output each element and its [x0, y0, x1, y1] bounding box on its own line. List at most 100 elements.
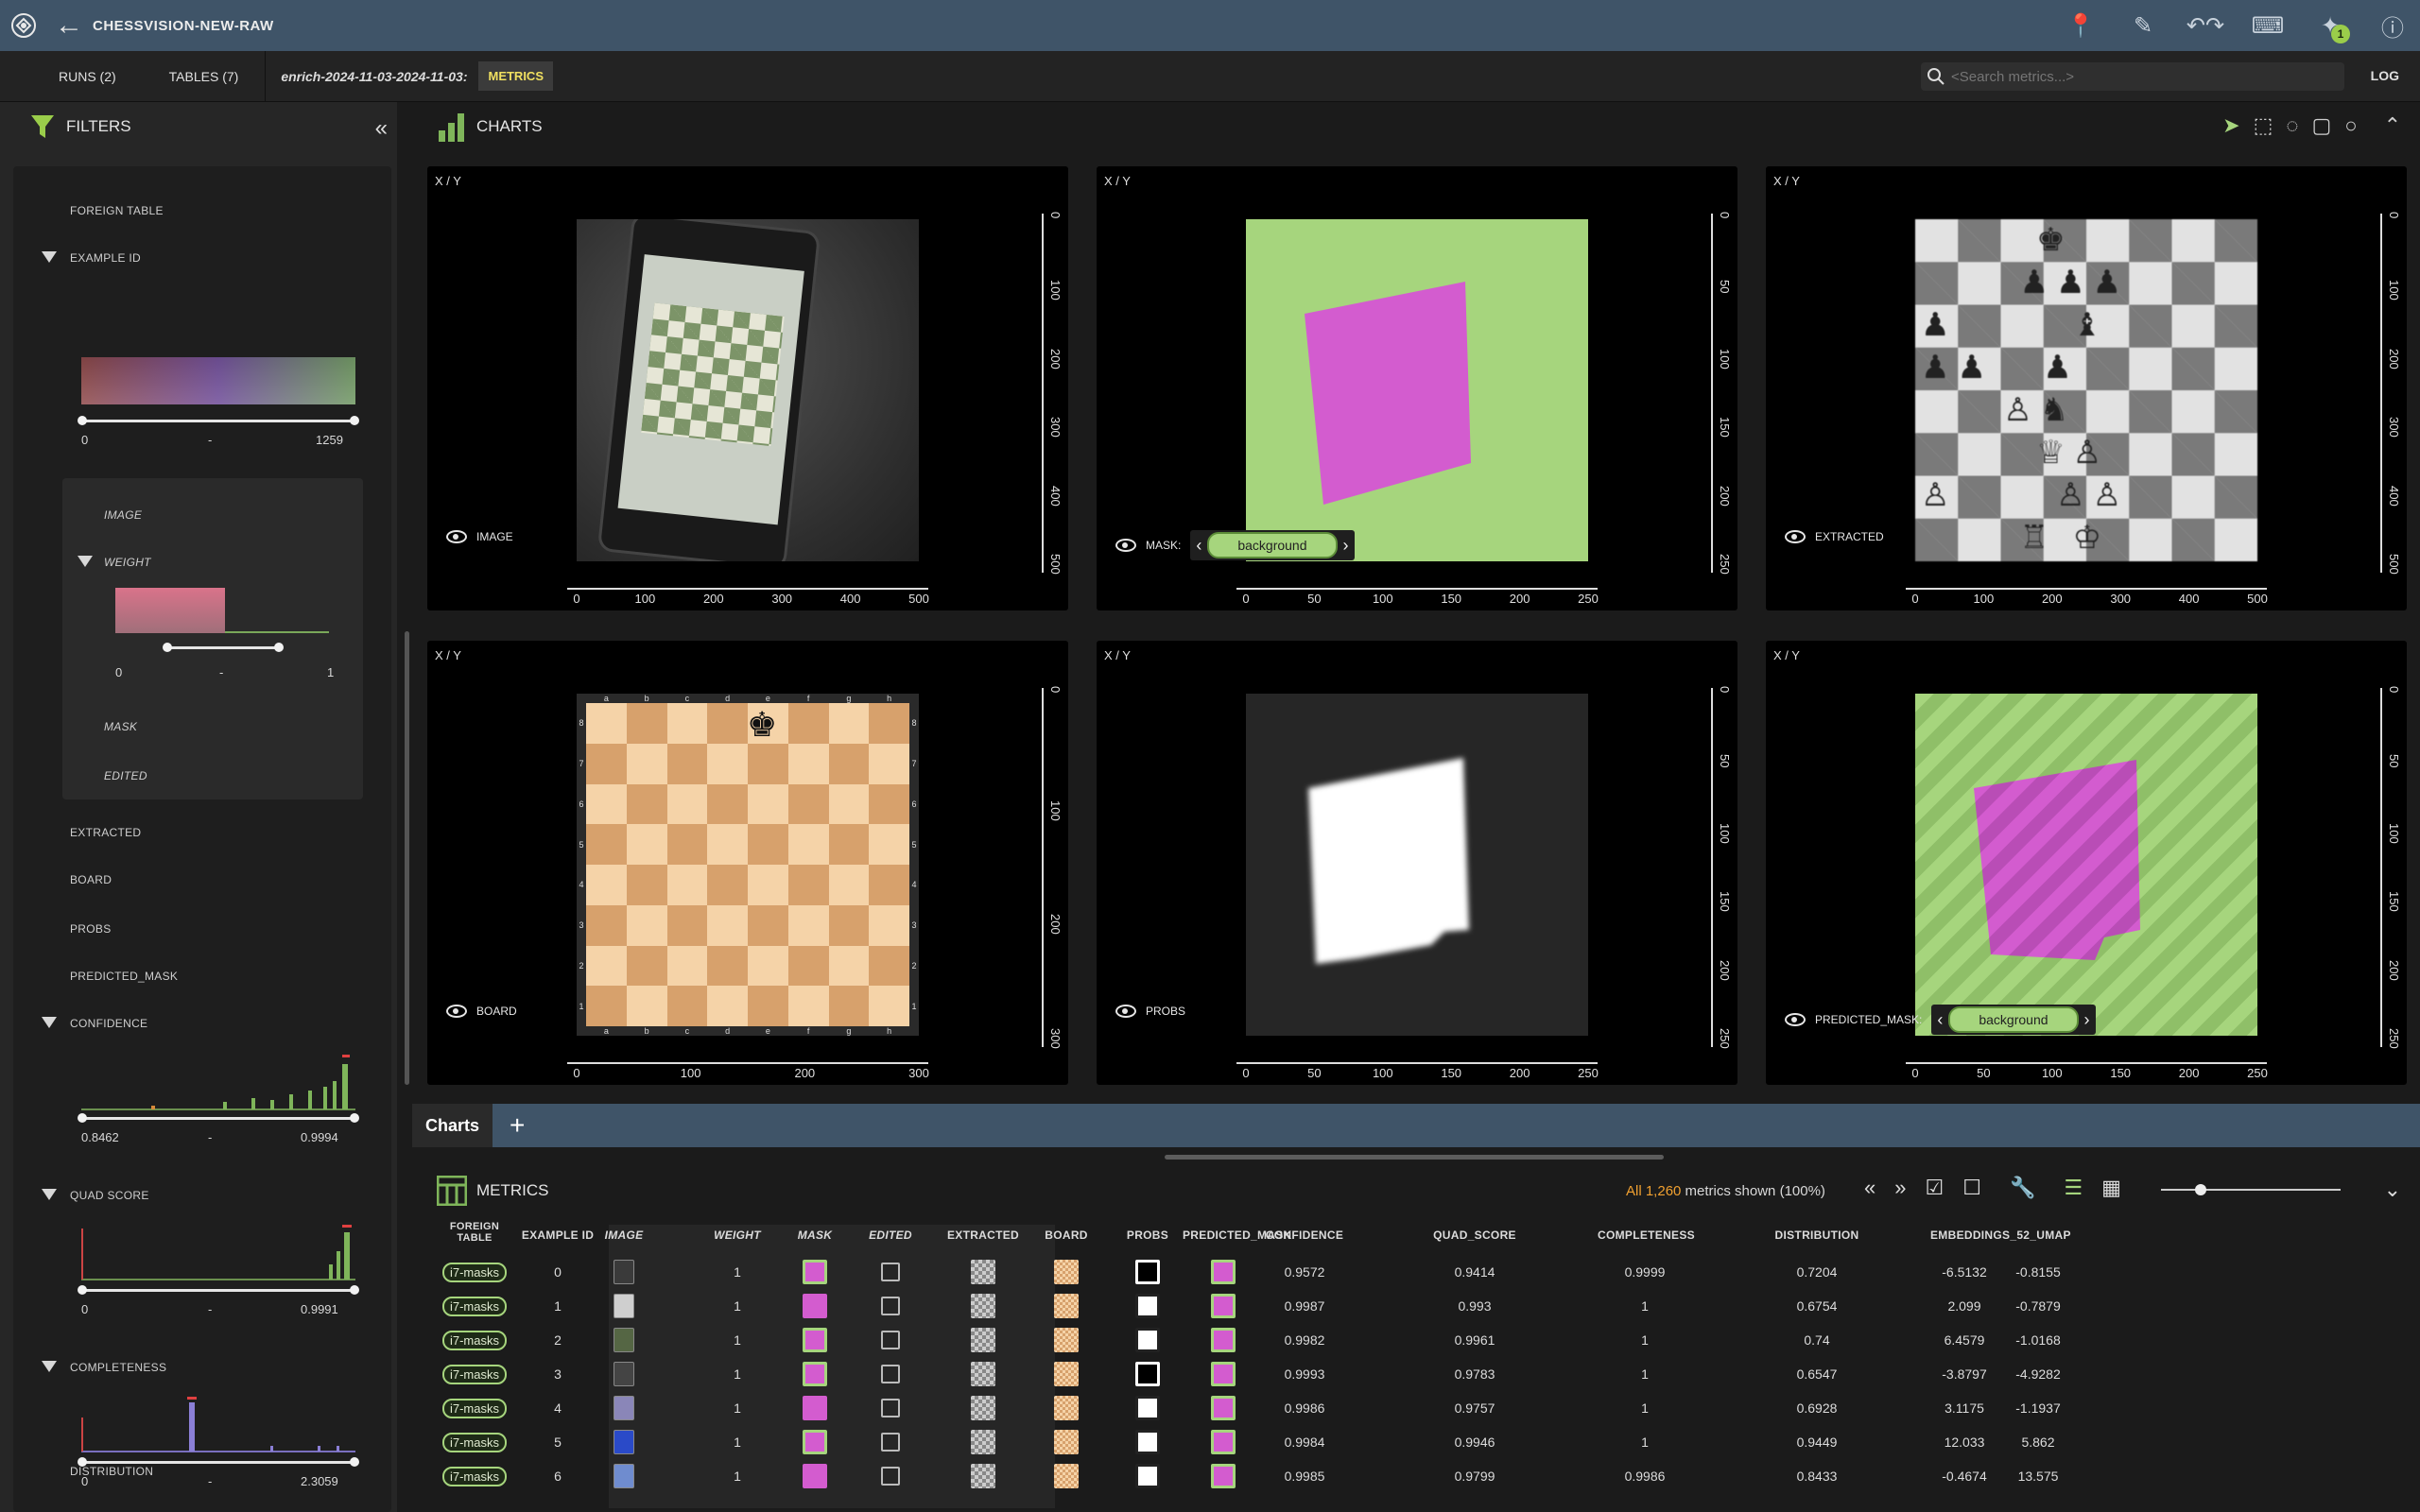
predicted-mask-thumbnail[interactable]: [1204, 1357, 1242, 1391]
foreign-table-chip[interactable]: i7-masks: [432, 1391, 517, 1425]
slider-knob[interactable]: [78, 1113, 87, 1123]
column-header[interactable]: CONFIDENCE: [1257, 1228, 1352, 1242]
notifications-icon[interactable]: ✦ 1: [2312, 8, 2350, 43]
slider-knob[interactable]: [274, 643, 284, 652]
sidebar-scrollbar[interactable]: [405, 631, 409, 1085]
table-row[interactable]: i7-masks 1 1 0.9987 0.993 1 0.6754 2.099 -0.7879: [437, 1289, 2403, 1323]
board-thumbnail[interactable]: [1047, 1425, 1085, 1459]
filter-predicted-mask[interactable]: PREDICTED_MASK: [70, 970, 178, 983]
weight-slider[interactable]: [163, 643, 284, 652]
column-header[interactable]: EXTRACTED: [945, 1228, 1021, 1242]
foreign-table-chip[interactable]: i7-masks: [432, 1255, 517, 1289]
image-thumbnail[interactable]: [605, 1391, 643, 1425]
edited-checkbox[interactable]: [872, 1323, 909, 1357]
slider-knob[interactable]: [78, 416, 87, 425]
filter-distribution[interactable]: DISTRIBUTION: [70, 1465, 153, 1478]
edited-checkbox[interactable]: [872, 1357, 909, 1391]
axis-mode-label[interactable]: X / Y: [435, 648, 461, 662]
board-thumbnail[interactable]: [1047, 1255, 1085, 1289]
horizontal-scrollbar[interactable]: [1165, 1155, 1664, 1160]
foreign-table-chip[interactable]: i7-masks: [432, 1459, 517, 1493]
eye-icon[interactable]: [446, 530, 467, 543]
edited-checkbox[interactable]: [872, 1391, 909, 1425]
next-class-icon[interactable]: ›: [2084, 1010, 2090, 1030]
expand-triangle-icon[interactable]: [42, 1361, 57, 1372]
axis-mode-label[interactable]: X / Y: [1773, 648, 1800, 662]
eye-icon[interactable]: [446, 1005, 467, 1018]
chart-panel-extracted[interactable]: X / Y ♚ ♟♟♟ ♟ ♝ ♟♟ ♟ ♙♞ ♕♙ ♙ ♙♙ ♖ ♔ EXTRACT…: [1766, 166, 2407, 610]
filter-confidence[interactable]: CONFIDENCE: [70, 1017, 147, 1030]
confidence-slider[interactable]: [78, 1113, 359, 1123]
image-thumbnail[interactable]: [605, 1357, 643, 1391]
predicted-mask-thumbnail[interactable]: [1204, 1391, 1242, 1425]
example-id-slider[interactable]: [78, 416, 359, 425]
search-box[interactable]: [1921, 62, 2344, 91]
extracted-thumbnail[interactable]: [964, 1323, 1002, 1357]
extracted-thumbnail[interactable]: [964, 1459, 1002, 1493]
predicted-mask-plot[interactable]: [1915, 694, 2257, 1036]
lasso-icon[interactable]: ◌: [2286, 113, 2298, 138]
eye-icon[interactable]: [1785, 1013, 1806, 1026]
prev-class-icon[interactable]: ‹: [1196, 536, 1201, 556]
quad-score-slider[interactable]: [78, 1285, 359, 1295]
foreign-table-chip[interactable]: i7-masks: [432, 1357, 517, 1391]
filter-probs[interactable]: PROBS: [70, 922, 112, 936]
mask-thumbnail[interactable]: [796, 1255, 834, 1289]
slider-knob[interactable]: [350, 1457, 359, 1467]
chip-label[interactable]: i7-masks: [441, 1262, 507, 1282]
slider-knob[interactable]: [350, 416, 359, 425]
probs-thumbnail[interactable]: [1129, 1391, 1167, 1425]
box-select-icon[interactable]: ▢: [2311, 113, 2331, 138]
chip-label[interactable]: i7-masks: [441, 1296, 507, 1316]
edited-checkbox[interactable]: [872, 1459, 909, 1493]
class-selector[interactable]: ‹ background ›: [1190, 530, 1355, 560]
column-header[interactable]: IMAGE: [586, 1228, 662, 1242]
expand-triangle-icon[interactable]: [42, 251, 57, 263]
pin-icon[interactable]: 📍: [2063, 8, 2099, 43]
board-thumbnail[interactable]: [1047, 1391, 1085, 1425]
filter-board[interactable]: BOARD: [70, 873, 112, 886]
board-thumbnail[interactable]: [1047, 1459, 1085, 1493]
slider-knob[interactable]: [163, 643, 172, 652]
mask-thumbnail[interactable]: [796, 1289, 834, 1323]
slider-knob[interactable]: [350, 1113, 359, 1123]
predicted-mask-thumbnail[interactable]: [1204, 1289, 1242, 1323]
collapse-up-icon[interactable]: ⌃: [2384, 113, 2401, 138]
list-view-icon[interactable]: ☰: [2064, 1176, 2083, 1200]
filter-image[interactable]: IMAGE: [104, 508, 142, 522]
image-thumbnail[interactable]: [605, 1459, 643, 1493]
pointer-icon[interactable]: ➤: [2222, 113, 2239, 138]
tab-tables[interactable]: TABLES (7): [143, 51, 266, 102]
completeness-slider[interactable]: [78, 1457, 359, 1467]
probs-thumbnail[interactable]: [1129, 1289, 1167, 1323]
undo-redo-icon[interactable]: ↶↷: [2187, 8, 2224, 43]
chart-panel-image[interactable]: X / Y IMAGE 0 100 200 300 400 500 0 100 200 300 4…: [427, 166, 1068, 610]
chart-panel-probs[interactable]: X / Y PROBS 0 50 100 150 200 250 0 50 100 150 200…: [1097, 641, 1737, 1085]
info-icon[interactable]: ⓘ: [2375, 8, 2411, 43]
predicted-mask-thumbnail[interactable]: [1204, 1425, 1242, 1459]
table-row[interactable]: i7-masks 4 1 0.9986 0.9757 1 0.6928 3.1175 -1.19…: [437, 1391, 2403, 1425]
back-arrow-icon[interactable]: ←: [55, 9, 93, 42]
slider-knob[interactable]: [78, 1285, 87, 1295]
mask-thumbnail[interactable]: [796, 1391, 834, 1425]
column-header[interactable]: FOREIGN TABLE: [437, 1221, 512, 1244]
filter-foreign-table[interactable]: FOREIGN TABLE: [70, 204, 164, 217]
thumbnail-size-slider[interactable]: [2161, 1184, 2341, 1195]
app-logo-icon[interactable]: [0, 0, 47, 51]
column-header[interactable]: PROBS: [1119, 1228, 1176, 1242]
tab-metrics[interactable]: METRICS: [478, 61, 553, 91]
column-header[interactable]: BOARD: [1038, 1228, 1095, 1242]
deselect-all-icon[interactable]: ☐: [1962, 1176, 1981, 1200]
image-thumbnail[interactable]: [605, 1289, 643, 1323]
foreign-table-chip[interactable]: i7-masks: [432, 1323, 517, 1357]
column-header[interactable]: PREDICTED_MASK: [1183, 1228, 1291, 1242]
table-row[interactable]: i7-masks 6 1 0.9985 0.9799 0.9986 0.8433 -0.467…: [437, 1459, 2403, 1493]
board-thumbnail[interactable]: [1047, 1357, 1085, 1391]
expand-triangle-icon[interactable]: [78, 556, 93, 567]
wrench-icon[interactable]: 🔧: [2010, 1176, 2035, 1200]
filter-edited[interactable]: EDITED: [104, 769, 147, 782]
last-page-icon[interactable]: »: [1894, 1176, 1906, 1200]
extracted-thumbnail[interactable]: [964, 1289, 1002, 1323]
mask-thumbnail[interactable]: [796, 1323, 834, 1357]
select-all-icon[interactable]: ☑: [1926, 1176, 1945, 1200]
